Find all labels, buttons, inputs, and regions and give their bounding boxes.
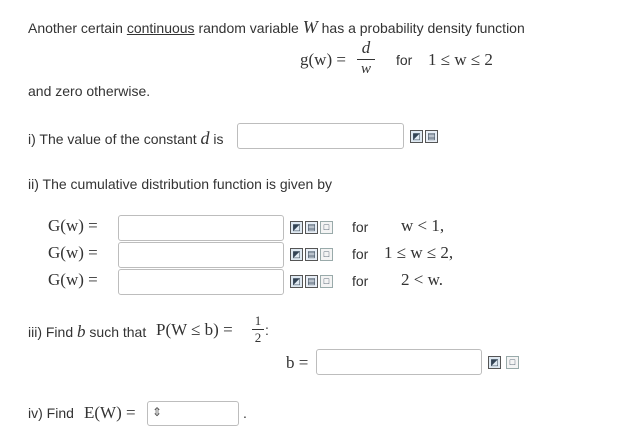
part3-expression: P(W ≤ b) = bbox=[156, 320, 233, 339]
part4-expression: E(W) = bbox=[84, 403, 136, 422]
pdf-lhs: g(w) = bbox=[300, 50, 346, 69]
intro-text-start: Another certain bbox=[28, 20, 127, 36]
part4-label: iv) Find bbox=[28, 405, 74, 421]
intro-text-mid: random variable bbox=[194, 20, 303, 36]
half-denominator: 2 bbox=[254, 330, 262, 345]
preview-icon[interactable]: ◩ bbox=[290, 248, 303, 261]
part3-label: iii) Find b such that bbox=[28, 322, 147, 341]
half-numerator: 1 bbox=[254, 313, 262, 328]
b-label: b = bbox=[286, 353, 309, 372]
preview-icon[interactable]: ◩ bbox=[410, 130, 423, 143]
constant-d: d bbox=[200, 128, 210, 148]
formula-editor-icon[interactable]: ▤ bbox=[305, 221, 318, 234]
help-icon[interactable]: □ bbox=[506, 356, 519, 369]
part4-period: . bbox=[243, 405, 247, 421]
cdf-row3-input[interactable] bbox=[118, 269, 284, 295]
pdf-for-label: for bbox=[396, 52, 413, 68]
help-icon[interactable]: □ bbox=[320, 275, 333, 288]
pdf-condition: 1 ≤ w ≤ 2 bbox=[428, 50, 493, 69]
formula-editor-icon[interactable]: ▤ bbox=[425, 130, 438, 143]
intro-text: Another certain continuous random variab… bbox=[28, 17, 525, 38]
pdf-fraction-bar bbox=[357, 59, 375, 60]
preview-icon[interactable]: ◩ bbox=[290, 275, 303, 288]
cdf-row1-condition: w < 1, bbox=[401, 216, 445, 235]
preview-icon[interactable]: ◩ bbox=[488, 356, 501, 369]
preview-icon[interactable]: ◩ bbox=[290, 221, 303, 234]
part3-colon: : bbox=[265, 322, 269, 338]
variable-b: b bbox=[77, 322, 86, 341]
part2-label: ii) The cumulative distribution function… bbox=[28, 176, 333, 192]
cdf-row2-for: for bbox=[352, 246, 369, 262]
cdf-row1-lhs: G(w) = bbox=[48, 216, 98, 235]
cdf-row3-lhs: G(w) = bbox=[48, 270, 98, 289]
help-icon[interactable]: □ bbox=[320, 221, 333, 234]
cdf-row3-condition: 2 < w. bbox=[401, 270, 444, 289]
updown-arrows-icon[interactable]: ⇕ bbox=[152, 405, 162, 419]
help-icon[interactable]: □ bbox=[320, 248, 333, 261]
part1-label: i) The value of the constant d is bbox=[28, 128, 224, 148]
cdf-row2-condition: 1 ≤ w ≤ 2, bbox=[384, 243, 454, 262]
constant-d-input[interactable] bbox=[237, 123, 404, 149]
cdf-row2-input[interactable] bbox=[118, 242, 284, 268]
b-input[interactable] bbox=[316, 349, 482, 375]
cdf-row1-for: for bbox=[352, 219, 369, 235]
pdf-denominator: w bbox=[360, 61, 371, 77]
formula-editor-icon[interactable]: ▤ bbox=[305, 248, 318, 261]
expectation-select[interactable]: ⇕ bbox=[147, 401, 239, 426]
continuous-link[interactable]: continuous bbox=[127, 20, 195, 36]
zero-otherwise-text: and zero otherwise. bbox=[28, 83, 151, 99]
cdf-row2-lhs: G(w) = bbox=[48, 243, 98, 262]
variable-W: W bbox=[302, 17, 318, 37]
pdf-numerator: d bbox=[361, 38, 371, 57]
cdf-row3-for: for bbox=[352, 273, 369, 289]
intro-text-end: has a probability density function bbox=[317, 20, 525, 36]
formula-editor-icon[interactable]: ▤ bbox=[305, 275, 318, 288]
cdf-row1-input[interactable] bbox=[118, 215, 284, 241]
